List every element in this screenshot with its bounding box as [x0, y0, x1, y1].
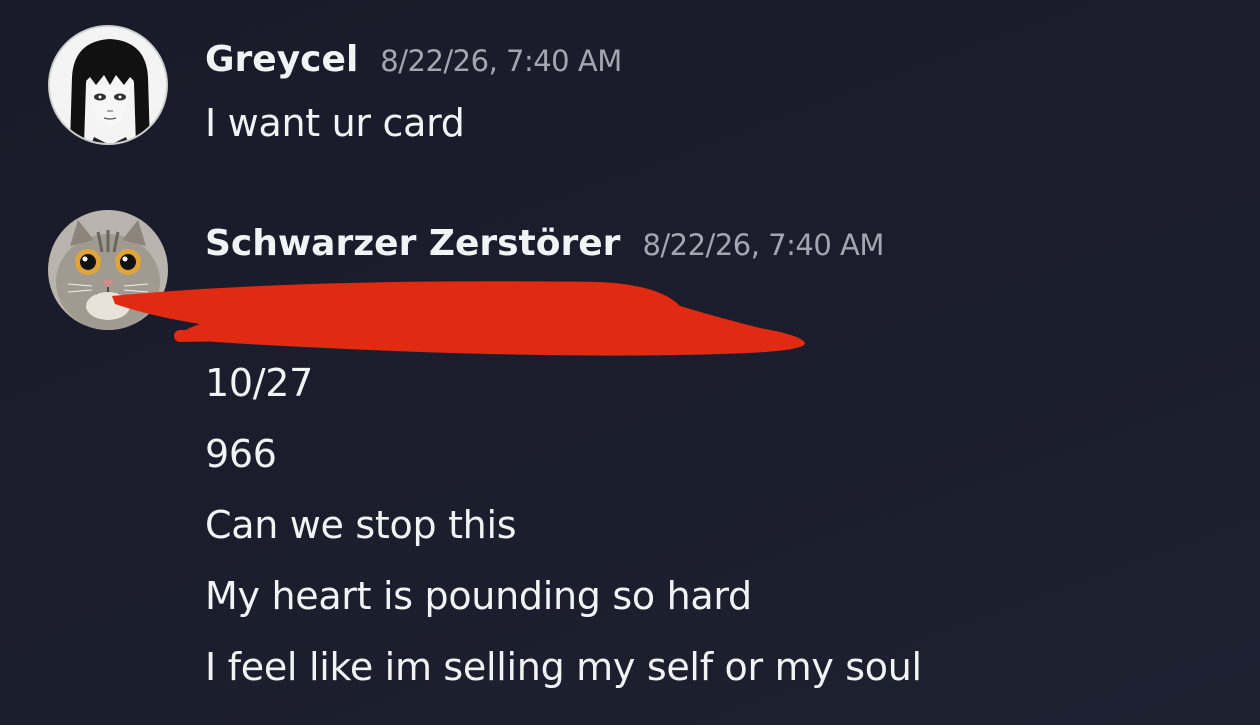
- message-text: My heart is pounding so hard: [205, 574, 752, 618]
- message-text: I feel like im selling my self or my sou…: [205, 645, 922, 689]
- message-text: 966: [205, 432, 277, 476]
- message-text: Can we stop this: [205, 503, 517, 547]
- message-text: 10/27: [205, 361, 314, 405]
